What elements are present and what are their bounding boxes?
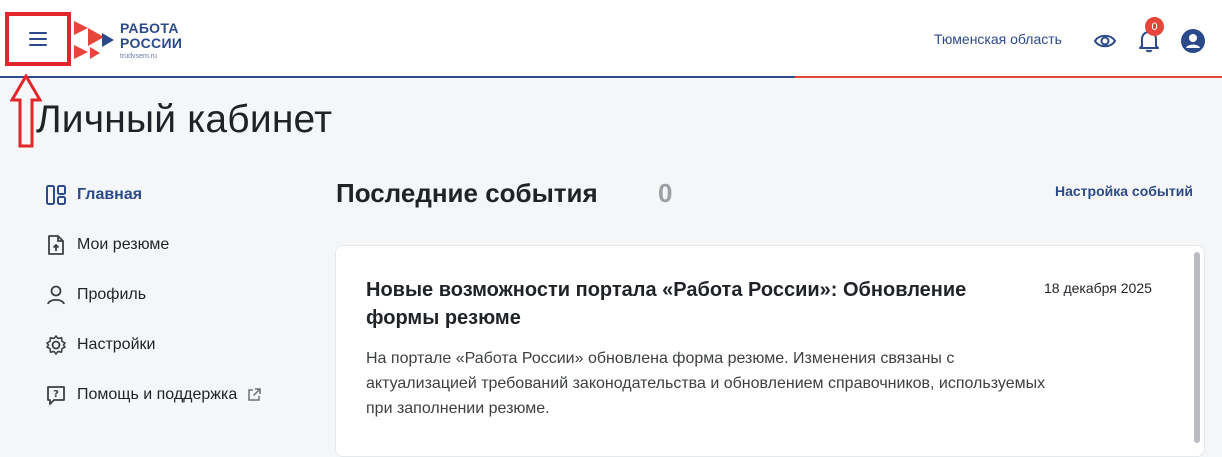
sidebar-item-resumes[interactable]: Мои резюме [44,233,169,257]
external-link-icon [248,388,262,401]
sidebar-item-settings[interactable]: Настройки [44,333,155,357]
gear-icon [44,333,68,357]
event-title[interactable]: Новые возможности портала «Работа России… [366,276,1031,332]
sidebar-item-home[interactable]: Главная [44,183,142,207]
site-logo[interactable]: РАБОТА РОССИИ trudvsem.ru [74,14,204,66]
event-text: На портале «Работа России» обновлена фор… [366,350,1046,417]
eye-icon[interactable] [1093,30,1117,52]
sidebar-item-profile[interactable]: Профиль [44,283,146,307]
events-count: 0 [658,178,673,208]
event-card[interactable]: Новые возможности портала «Работа России… [335,245,1205,457]
svg-text:?: ? [53,389,59,400]
hamburger-menu-icon [29,32,47,46]
document-upload-icon [44,233,68,257]
sidebar-item-label: Мои резюме [77,236,170,253]
person-icon [44,283,68,307]
page-title: Личный кабинет [36,98,333,141]
sidebar-item-label: Главная [77,186,143,203]
region-selector[interactable]: Тюменская область [934,31,1062,47]
notifications-badge: 0 [1145,17,1164,36]
sidebar-item-label: Профиль [77,286,147,303]
event-date: 18 декабря 2025 [1044,280,1152,296]
logo-mark-icon [74,21,114,59]
logo-name-line1: РАБОТА [120,19,179,36]
help-chat-icon: ? [44,383,68,407]
scrollbar[interactable] [1194,252,1200,443]
user-avatar-icon[interactable] [1181,29,1205,53]
events-settings-link[interactable]: Настройка событий [1055,183,1193,199]
logo-name-line2: РОССИИ [120,34,183,51]
sidebar-item-help[interactable]: ? Помощь и поддержка [44,383,262,407]
dashboard-icon [44,183,68,207]
header-divider [0,76,1222,78]
sidebar-item-label: Настройки [77,336,156,353]
menu-button[interactable] [5,12,71,66]
top-header: РАБОТА РОССИИ trudvsem.ru Тюменская обла… [0,0,1222,78]
sidebar-item-label: Помощь и поддержка [77,386,238,403]
events-heading: Последние события [336,178,598,208]
logo-site: trudvsem.ru [120,52,157,60]
